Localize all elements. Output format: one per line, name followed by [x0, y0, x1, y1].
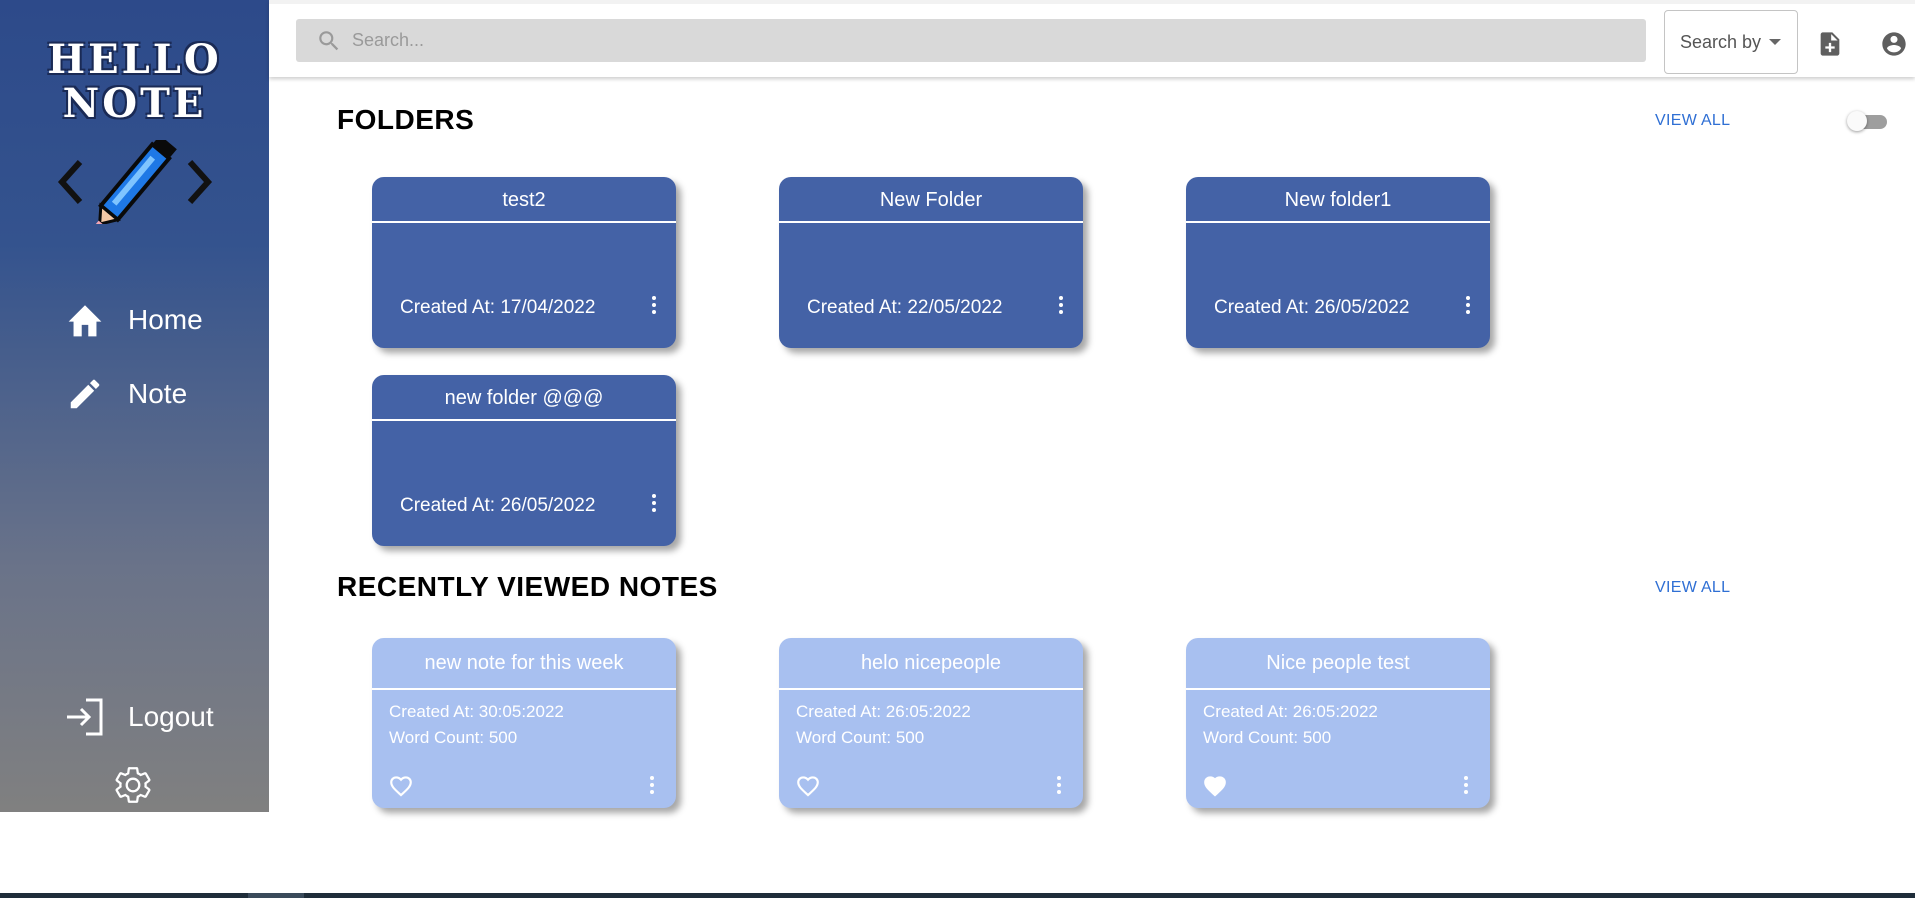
- sidebar-item-label: Note: [128, 378, 188, 409]
- logout-button[interactable]: Logout: [62, 694, 214, 740]
- pencil-logo-icon: [57, 140, 212, 224]
- more-vert-icon[interactable]: [644, 491, 664, 515]
- folder-name: New Folder: [779, 177, 1083, 223]
- home-icon: [62, 297, 108, 343]
- note-card[interactable]: new note for this week Created At: 30:05…: [372, 638, 676, 808]
- heart-filled-icon[interactable]: [1202, 773, 1228, 797]
- search-input[interactable]: [352, 30, 1602, 51]
- folder-card[interactable]: New Folder Created At: 22/05/2022: [779, 177, 1083, 348]
- taskbar-strip: [0, 893, 1915, 898]
- note-word-count: Word Count: 500: [796, 728, 925, 747]
- theme-toggle[interactable]: [1847, 110, 1889, 132]
- note-title: helo nicepeople: [779, 638, 1083, 690]
- logo-line-2: NOTE: [62, 80, 207, 127]
- logout-icon: [62, 694, 108, 740]
- logout-label: Logout: [128, 701, 214, 732]
- more-vert-icon[interactable]: [642, 773, 662, 797]
- account-icon[interactable]: [1880, 30, 1908, 58]
- sidebar-item-home[interactable]: Home: [62, 297, 203, 343]
- search-by-dropdown[interactable]: Search by: [1664, 10, 1798, 74]
- search-by-label: Search by: [1680, 31, 1762, 52]
- sidebar-item-note[interactable]: Note: [62, 371, 187, 417]
- note-word-count: Word Count: 500: [1203, 728, 1332, 747]
- sidebar: HELLO NOTE Home Note Logout: [0, 0, 269, 812]
- note-meta: Created At: 30:05:2022 Word Count: 500: [389, 699, 564, 751]
- folder-created-date: Created At: 17/04/2022: [400, 297, 596, 318]
- folder-created-date: Created At: 26/05/2022: [1214, 297, 1410, 318]
- caret-down-icon: [1769, 39, 1782, 45]
- search-icon: [319, 30, 339, 50]
- heart-outline-icon[interactable]: [388, 773, 414, 797]
- folders-heading: FOLDERS: [337, 104, 475, 135]
- note-word-count: Word Count: 500: [389, 728, 518, 747]
- folder-card[interactable]: new folder @@@ Created At: 26/05/2022: [372, 375, 676, 546]
- sidebar-item-label: Home: [128, 304, 203, 335]
- folder-name: new folder @@@: [372, 375, 676, 421]
- more-vert-icon[interactable]: [1049, 773, 1069, 797]
- notes-view-all-link[interactable]: VIEW ALL: [1655, 579, 1730, 597]
- more-vert-icon[interactable]: [1456, 773, 1476, 797]
- note-card[interactable]: helo nicepeople Created At: 26:05:2022 W…: [779, 638, 1083, 808]
- more-vert-icon[interactable]: [1051, 293, 1071, 317]
- toggle-knob: [1847, 111, 1867, 131]
- note-meta: Created At: 26:05:2022 Word Count: 500: [1203, 699, 1378, 751]
- folder-card[interactable]: New folder1 Created At: 26/05/2022: [1186, 177, 1490, 348]
- note-title: Nice people test: [1186, 638, 1490, 690]
- add-note-icon[interactable]: [1816, 30, 1844, 58]
- taskbar-tab: [248, 893, 304, 898]
- top-bar: Search by: [269, 0, 1915, 77]
- gear-icon[interactable]: [112, 764, 154, 806]
- search-bar: [296, 19, 1646, 62]
- recent-notes-heading: RECENTLY VIEWED NOTES: [337, 571, 718, 602]
- folders-view-all-link[interactable]: VIEW ALL: [1655, 112, 1730, 130]
- note-created-date: Created At: 30:05:2022: [389, 702, 564, 721]
- folder-name: New folder1: [1186, 177, 1490, 223]
- note-meta: Created At: 26:05:2022 Word Count: 500: [796, 699, 971, 751]
- folder-name: test2: [372, 177, 676, 223]
- folder-created-date: Created At: 26/05/2022: [400, 495, 596, 516]
- more-vert-icon[interactable]: [1458, 293, 1478, 317]
- heart-outline-icon[interactable]: [795, 773, 821, 797]
- folder-created-date: Created At: 22/05/2022: [807, 297, 1003, 318]
- note-card[interactable]: Nice people test Created At: 26:05:2022 …: [1186, 638, 1490, 808]
- more-vert-icon[interactable]: [644, 293, 664, 317]
- note-created-date: Created At: 26:05:2022: [1203, 702, 1378, 721]
- note-created-date: Created At: 26:05:2022: [796, 702, 971, 721]
- pencil-icon: [62, 371, 108, 417]
- app-logo[interactable]: HELLO NOTE: [0, 38, 269, 224]
- folder-card[interactable]: test2 Created At: 17/04/2022: [372, 177, 676, 348]
- note-title: new note for this week: [372, 638, 676, 690]
- logo-line-1: HELLO: [47, 36, 222, 83]
